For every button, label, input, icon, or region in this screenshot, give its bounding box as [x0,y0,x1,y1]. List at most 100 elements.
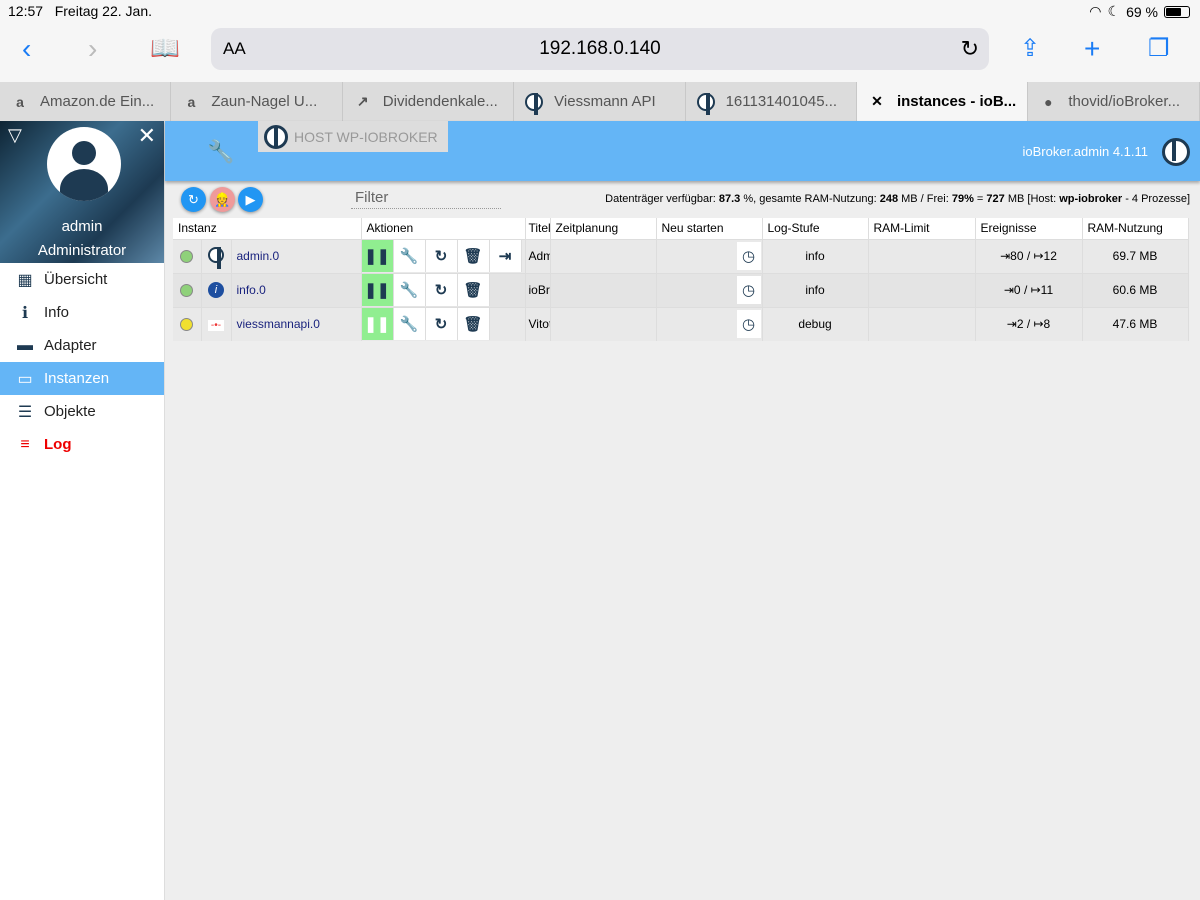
pause-button[interactable]: ❚❚ [361,307,394,340]
address-bar[interactable]: AA 192.168.0.140 ↻ [211,28,989,70]
status-indicator [180,317,194,331]
ram-limit-cell[interactable] [868,238,976,273]
clock-icon[interactable]: ◷ [736,276,761,304]
settings-wrench-button[interactable]: 🔧 [393,240,426,272]
col-neu-starten[interactable]: Neu starten [656,218,763,239]
adapter-icon: -•- [201,306,232,341]
iobroker-icon [696,92,716,115]
instance-name[interactable]: info.0 [231,272,362,307]
menu-toggle-icon[interactable]: ▽ [8,125,22,146]
host-button[interactable]: HOST WP-IOBROKER [258,121,448,152]
instances-table: Instanz Aktionen Titel Zeitplanung Neu s… [173,218,1189,341]
log-level[interactable]: debug [762,306,869,341]
sidebar-item-übersicht[interactable]: ▦ Übersicht [0,263,164,296]
user-role: Administrator [37,242,127,259]
open-web-button[interactable]: ⇥ [489,240,522,272]
sidebar-item-instanzen[interactable]: ▭ Instanzen [0,362,164,395]
reload-button[interactable]: ↻ [181,187,206,212]
schedule-cell[interactable] [550,238,657,273]
share-icon[interactable]: ⇪ [1020,32,1040,66]
battery-percent: 69 % [1126,3,1158,20]
back-icon[interactable]: ‹ [22,32,31,66]
tabs-overview-icon[interactable]: ❐ [1148,32,1170,66]
delete-button[interactable]: 🗑 [457,274,490,306]
col-ram-nutzung[interactable]: RAM-Nutzung [1082,218,1189,239]
wrench-icon[interactable]: 🔧 [207,139,234,165]
title-cell[interactable]: Admin [525,238,551,273]
browser-tab[interactable]: a Amazon.de Ein... [0,82,172,121]
browser-tab[interactable]: a Zaun-Nagel U... [171,82,343,121]
sidebar-item-objekte[interactable]: ☰ Objekte [0,395,164,428]
col-ram-limit[interactable]: RAM-Limit [868,218,976,239]
forward-icon[interactable]: › [88,32,97,66]
col-aktionen[interactable]: Aktionen [361,218,526,239]
status-cell [173,238,202,273]
close-icon[interactable]: ✕ [138,123,156,149]
start-button[interactable]: ▶ [238,187,263,212]
browser-tab[interactable]: 161131401045... [686,82,857,121]
delete-button[interactable]: 🗑 [457,307,490,340]
close-icon[interactable]: ✕ [867,92,887,112]
filter-input[interactable]: Filter [351,189,501,209]
log-icon: ≡ [20,435,30,453]
title-cell[interactable]: Vitotrol [525,306,551,341]
browser-tab[interactable]: Viessmann API [514,82,686,121]
table-row: -•- viessmannapi.0 ❚❚ 🔧 ↻ 🗑 Vitotrol ◷ d… [173,306,1189,341]
status-cell [173,272,202,307]
restart-button[interactable]: ↻ [425,307,458,340]
avatar [47,127,121,201]
events: ⇥80 / ↦12 [975,238,1083,273]
browser-tab[interactable]: ✕ instances - ioB... [856,82,1029,121]
delete-button[interactable]: 🗑 [457,240,490,272]
settings-wrench-button[interactable]: 🔧 [393,307,426,340]
tab-label: Dividendenkale... [382,93,498,110]
clock-icon[interactable]: ◷ [736,242,761,270]
table-row: admin.0 ❚❚ 🔧 ↻ 🗑 ⇥ Admin ◷ info ⇥80 / ↦1… [173,238,1189,273]
url-text[interactable]: 192.168.0.140 [211,38,989,60]
ram-limit-cell[interactable] [868,272,976,307]
tab-label: Viessmann API [554,93,656,110]
log-level[interactable]: info [762,272,869,307]
system-info: Datenträger verfügbar: 87.3 %, gesamte R… [605,193,1190,205]
col-instanz[interactable]: Instanz [173,218,362,239]
clock-icon[interactable]: ◷ [736,310,761,338]
info-icon: ℹ [21,304,29,322]
schedule-cell[interactable] [550,306,657,341]
sidebar-item-label: Log [44,436,72,453]
col-titel[interactable]: Titel [525,218,551,239]
ram-limit-cell[interactable] [868,306,976,341]
ram-usage: 47.6 MB [1082,306,1189,341]
tab-label: Amazon.de Ein... [40,93,155,110]
col-log-stufe[interactable]: Log-Stufe [762,218,869,239]
tab-label: 161131401045... [725,93,838,110]
sidebar-item-log[interactable]: ≡ Log [0,428,164,461]
col-ereignisse[interactable]: Ereignisse [975,218,1083,239]
schedule-cell[interactable] [550,272,657,307]
instance-name[interactable]: admin.0 [231,238,362,273]
pause-button[interactable]: ❚❚ [361,240,394,272]
browser-tab[interactable]: ↗ Dividendenkale... [343,82,515,121]
chart-icon: ↗ [356,93,369,109]
pause-button[interactable]: ❚❚ [361,274,394,306]
bookmarks-icon[interactable]: 📖 [150,32,180,66]
expert-mode-button[interactable]: 👷 [210,187,235,212]
reload-icon[interactable]: ↻ [961,36,979,62]
status-bar: 12:57 Freitag 22. Jan. ◠ ☾ 69 % [0,0,1200,22]
sidebar-item-adapter[interactable]: ▬ Adapter [0,329,164,362]
status-indicator [180,249,194,263]
new-tab-icon[interactable]: + [1084,32,1100,66]
col-zeitplanung[interactable]: Zeitplanung [550,218,657,239]
instance-name[interactable]: viessmannapi.0 [231,306,362,341]
restart-button[interactable]: ↻ [425,240,458,272]
title-cell[interactable]: ioBroker.info [525,272,551,307]
browser-tab[interactable]: ● thovid/ioBroker... [1028,82,1200,121]
restart-button[interactable]: ↻ [425,274,458,306]
settings-wrench-button[interactable]: 🔧 [393,274,426,306]
actions-cell: ❚❚ 🔧 ↻ 🗑 ⇥ [361,238,526,273]
battery-icon [1164,5,1190,18]
sidebar-item-info[interactable]: ℹ Info [0,296,164,329]
log-level[interactable]: info [762,238,869,273]
ram-label: %, gesamte RAM-Nutzung: [740,193,880,205]
moon-icon: ☾ [1107,3,1121,19]
restart-schedule-cell: ◷ [656,272,763,307]
